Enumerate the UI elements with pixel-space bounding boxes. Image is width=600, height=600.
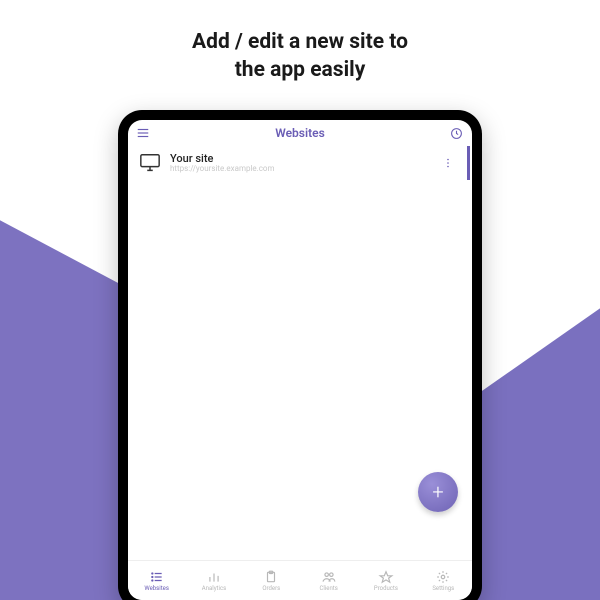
tablet-frame: Websites Your site https://yoursite.e xyxy=(118,110,482,600)
tab-settings[interactable]: Settings xyxy=(418,570,468,592)
gear-icon xyxy=(435,570,451,584)
clock-icon[interactable] xyxy=(450,126,464,140)
content-area: + xyxy=(128,180,472,560)
site-url: https://yoursite.example.com xyxy=(170,165,437,174)
headline-line1: Add / edit a new site to xyxy=(0,28,600,56)
topbar: Websites xyxy=(128,120,472,146)
tab-label: Settings xyxy=(432,585,454,592)
tab-analytics[interactable]: Analytics xyxy=(189,570,239,592)
tab-label: Products xyxy=(374,585,398,592)
tab-label: Clients xyxy=(319,585,337,592)
site-name: Your site xyxy=(170,153,437,165)
list-icon xyxy=(149,570,165,584)
tab-clients[interactable]: Clients xyxy=(304,570,354,592)
tab-label: Websites xyxy=(144,585,169,592)
kebab-icon[interactable] xyxy=(441,154,455,172)
promo-headline: Add / edit a new site to the app easily xyxy=(0,0,600,85)
app-screen: Websites Your site https://yoursite.e xyxy=(128,120,472,600)
headline-line2: the app easily xyxy=(0,56,600,84)
tab-label: Analytics xyxy=(202,585,226,592)
add-site-fab[interactable]: + xyxy=(418,472,458,512)
users-icon xyxy=(321,570,337,584)
page-title: Websites xyxy=(275,126,325,140)
monitor-icon xyxy=(138,152,162,174)
tab-websites[interactable]: Websites xyxy=(132,570,182,592)
site-list-item[interactable]: Your site https://yoursite.example.com xyxy=(128,146,470,180)
star-icon xyxy=(378,570,394,584)
tab-products[interactable]: Products xyxy=(361,570,411,592)
site-text: Your site https://yoursite.example.com xyxy=(170,153,437,174)
tab-label: Orders xyxy=(262,585,280,592)
tab-orders[interactable]: Orders xyxy=(246,570,296,592)
clipboard-icon xyxy=(263,570,279,584)
plus-icon: + xyxy=(432,480,443,504)
tabbar: Websites Analytics xyxy=(128,560,472,600)
menu-icon[interactable] xyxy=(136,126,150,140)
analytics-icon xyxy=(206,570,222,584)
